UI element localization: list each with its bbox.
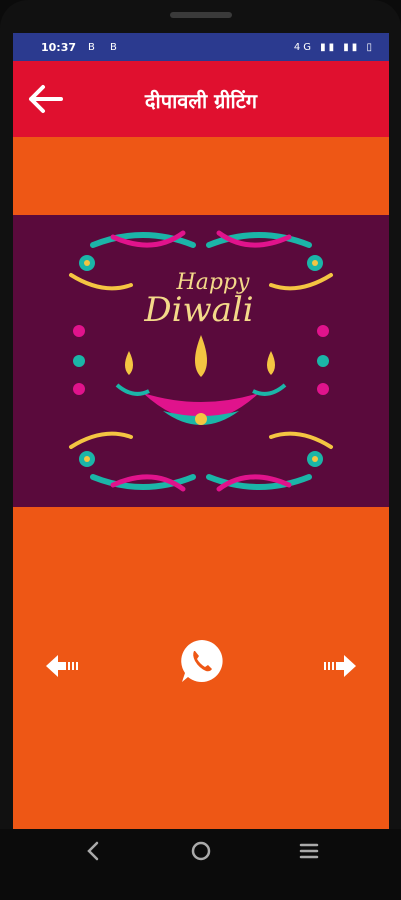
- menu-lines-icon: [299, 843, 319, 859]
- system-home-button[interactable]: [187, 837, 215, 865]
- whatsapp-icon: [181, 640, 223, 682]
- arrow-right-icon: [324, 655, 356, 677]
- greeting-card-image: Happy Diwali: [13, 215, 389, 507]
- app-bar: दीपावली ग्रीटिंग: [13, 61, 389, 137]
- system-recents-button[interactable]: [295, 837, 323, 865]
- card-diwali-text: Diwali: [143, 290, 253, 330]
- status-bar: 10:37 B B 4G ▮▮ ▮▮ ▯: [13, 33, 389, 61]
- status-right-icons: 4G ▮▮ ▮▮ ▯: [293, 41, 375, 53]
- chevron-left-icon: [87, 841, 99, 861]
- action-row: [13, 640, 389, 703]
- system-nav-bar: [0, 829, 401, 900]
- home-circle-icon: [191, 841, 211, 861]
- phone-frame: 10:37 B B 4G ▮▮ ▮▮ ▯ दीपावली ग्रीटिंग Ha…: [0, 0, 401, 900]
- speaker-grille: [170, 12, 232, 18]
- arrow-left-icon: [46, 655, 78, 677]
- status-time: 10:37: [41, 40, 77, 54]
- whatsapp-share-button[interactable]: [178, 637, 226, 685]
- notification-icons: B B: [88, 41, 123, 53]
- next-button[interactable]: [322, 653, 358, 679]
- diwali-illustration: Happy Diwali: [13, 215, 389, 507]
- screen: 10:37 B B 4G ▮▮ ▮▮ ▯ दीपावली ग्रीटिंग Ha…: [13, 33, 389, 829]
- system-back-button[interactable]: [80, 837, 108, 865]
- previous-button[interactable]: [44, 653, 80, 679]
- page-title: दीपावली ग्रीटिंग: [144, 89, 258, 113]
